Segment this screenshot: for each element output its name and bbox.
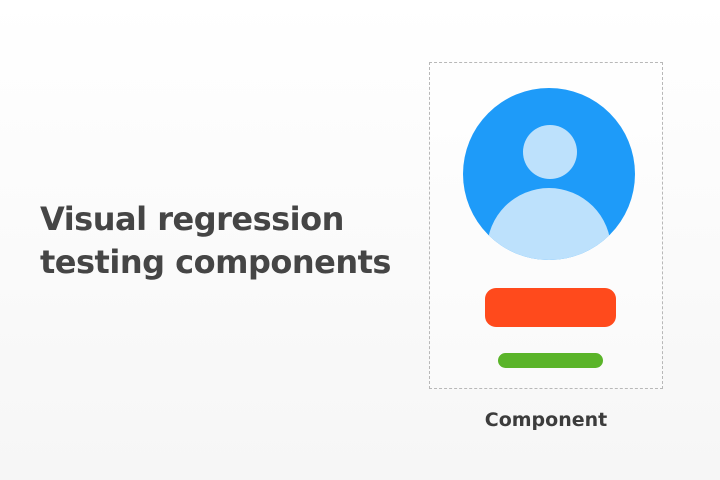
headline: Visual regression testing components xyxy=(40,198,400,284)
headline-line-2: testing components xyxy=(40,243,391,281)
user-avatar-icon xyxy=(463,88,635,260)
component-preview-frame xyxy=(429,62,663,389)
component-caption: Component xyxy=(484,409,608,431)
secondary-button-placeholder[interactable] xyxy=(498,353,603,368)
avatar-head-shape xyxy=(523,125,577,179)
primary-button-placeholder[interactable] xyxy=(485,288,616,327)
avatar-body-shape xyxy=(487,188,611,260)
headline-line-1: Visual regression xyxy=(40,200,344,238)
